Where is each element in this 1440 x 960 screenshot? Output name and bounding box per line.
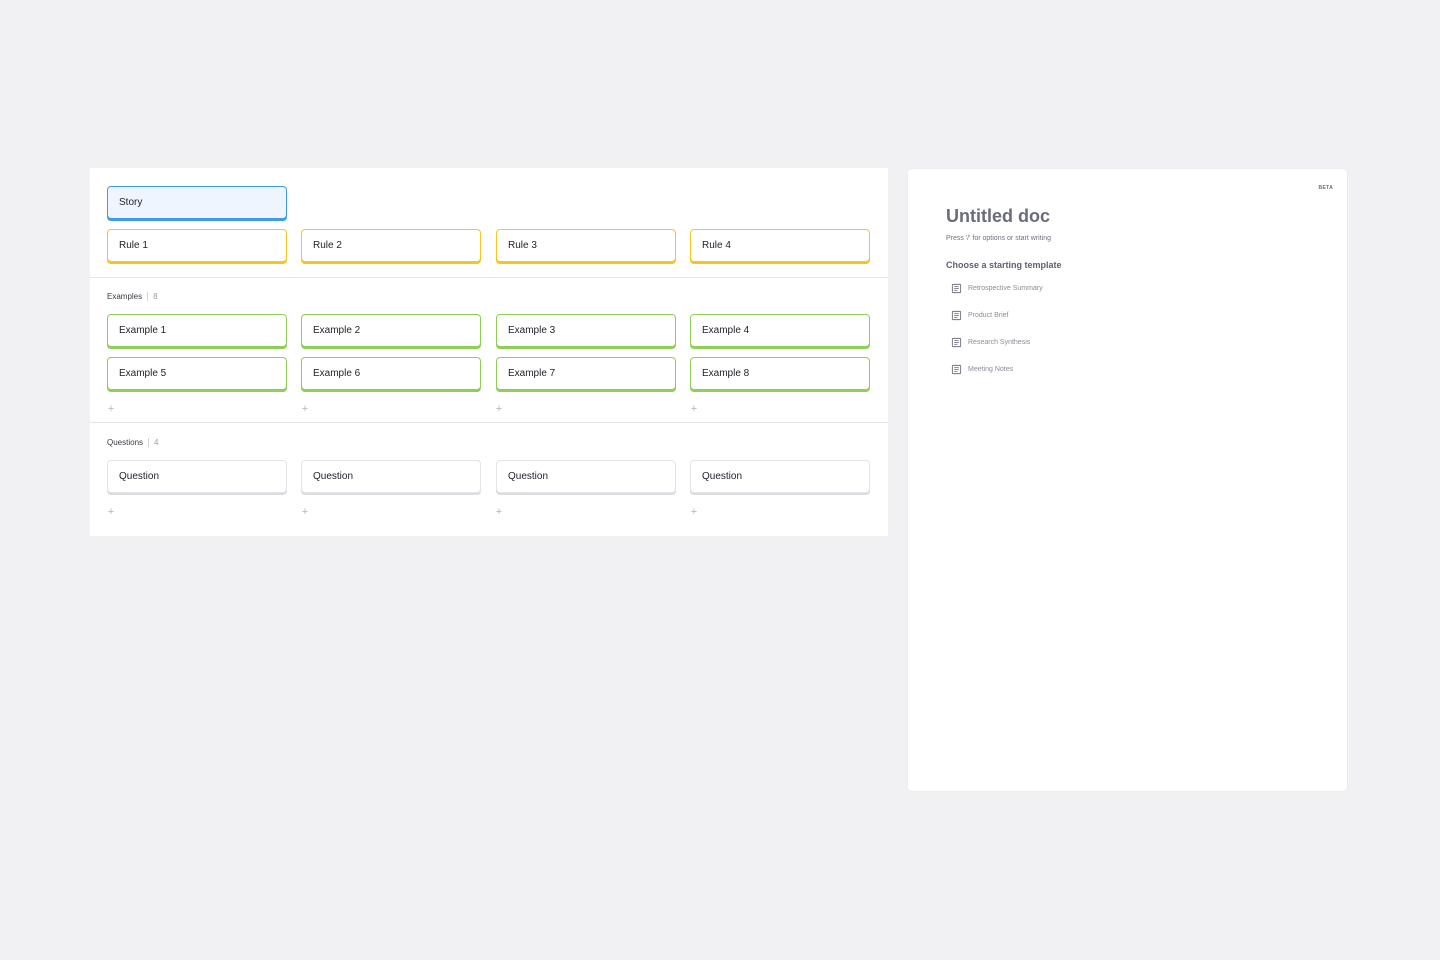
document-icon <box>951 310 962 320</box>
questions-section-header: Questions 4 <box>107 438 158 447</box>
document-icon <box>951 364 962 374</box>
examples-section-header: Examples 8 <box>107 292 158 301</box>
story-card[interactable]: Story <box>107 186 287 219</box>
add-example-button[interactable]: + <box>688 403 700 415</box>
example-card[interactable]: Example 7 <box>496 357 676 390</box>
example-card[interactable]: Example 4 <box>690 314 870 347</box>
divider <box>147 292 149 301</box>
questions-count: 4 <box>154 438 159 447</box>
add-example-button[interactable]: + <box>493 403 505 415</box>
example-card[interactable]: Example 3 <box>496 314 676 347</box>
beta-badge: BETA <box>1318 185 1333 191</box>
add-question-button[interactable]: + <box>493 506 505 518</box>
example-card-label: Example 7 <box>508 368 556 379</box>
divider <box>148 438 150 447</box>
story-card-label: Story <box>119 197 143 208</box>
story-rules-section: Story Rule 1 Rule 2 Rule 3 Rule 4 <box>90 168 888 276</box>
example-mapping-board: Story Rule 1 Rule 2 Rule 3 Rule 4 Exampl… <box>90 168 888 536</box>
example-card-label: Example 3 <box>508 325 556 336</box>
template-heading: Choose a starting template <box>946 260 1062 270</box>
add-question-button[interactable]: + <box>299 506 311 518</box>
rule-card-label: Rule 4 <box>702 240 731 251</box>
examples-count: 8 <box>153 292 158 301</box>
example-card[interactable]: Example 2 <box>301 314 481 347</box>
rule-card-label: Rule 3 <box>508 240 537 251</box>
example-card[interactable]: Example 5 <box>107 357 287 390</box>
template-retrospective-summary[interactable]: Retrospective Summary <box>951 281 1043 295</box>
example-card-label: Example 4 <box>702 325 750 336</box>
template-label: Meeting Notes <box>968 365 1014 373</box>
questions-section: Questions 4 Question Question Question Q… <box>90 422 888 536</box>
add-question-button[interactable]: + <box>688 506 700 518</box>
example-card-label: Example 8 <box>702 368 750 379</box>
template-label: Research Synthesis <box>968 338 1031 346</box>
rule-card[interactable]: Rule 1 <box>107 229 287 262</box>
question-card-label: Question <box>508 471 549 482</box>
rule-card[interactable]: Rule 4 <box>690 229 870 262</box>
example-card[interactable]: Example 8 <box>690 357 870 390</box>
doc-panel: BETA Untitled doc Press '/' for options … <box>907 168 1348 792</box>
doc-title[interactable]: Untitled doc <box>946 206 1050 227</box>
question-card[interactable]: Question <box>690 460 870 493</box>
questions-section-title: Questions <box>107 438 144 447</box>
template-research-synthesis[interactable]: Research Synthesis <box>951 335 1043 349</box>
document-icon <box>951 337 962 347</box>
template-list: Retrospective Summary Product Brief Rese… <box>951 281 1043 389</box>
question-card-label: Question <box>702 471 743 482</box>
question-card[interactable]: Question <box>496 460 676 493</box>
document-icon <box>951 283 962 293</box>
examples-section: Examples 8 Example 1 Example 2 Example 3… <box>90 277 888 422</box>
add-example-button[interactable]: + <box>299 403 311 415</box>
example-card-label: Example 1 <box>119 325 167 336</box>
example-card-label: Example 2 <box>313 325 361 336</box>
rule-card-label: Rule 1 <box>119 240 148 251</box>
template-meeting-notes[interactable]: Meeting Notes <box>951 362 1043 376</box>
template-label: Product Brief <box>968 311 1009 319</box>
question-card[interactable]: Question <box>107 460 287 493</box>
rule-card[interactable]: Rule 3 <box>496 229 676 262</box>
add-example-button[interactable]: + <box>105 403 117 415</box>
question-card[interactable]: Question <box>301 460 481 493</box>
example-card-label: Example 5 <box>119 368 167 379</box>
template-label: Retrospective Summary <box>968 284 1043 292</box>
question-card-label: Question <box>313 471 354 482</box>
example-card[interactable]: Example 1 <box>107 314 287 347</box>
rule-card-label: Rule 2 <box>313 240 342 251</box>
add-question-button[interactable]: + <box>105 506 117 518</box>
template-product-brief[interactable]: Product Brief <box>951 308 1043 322</box>
rule-card[interactable]: Rule 2 <box>301 229 481 262</box>
example-card-label: Example 6 <box>313 368 361 379</box>
examples-section-title: Examples <box>107 292 143 301</box>
example-card[interactable]: Example 6 <box>301 357 481 390</box>
canvas: Story Rule 1 Rule 2 Rule 3 Rule 4 Exampl… <box>0 0 1440 960</box>
doc-hint[interactable]: Press '/' for options or start writing <box>946 235 1051 242</box>
question-card-label: Question <box>119 471 160 482</box>
